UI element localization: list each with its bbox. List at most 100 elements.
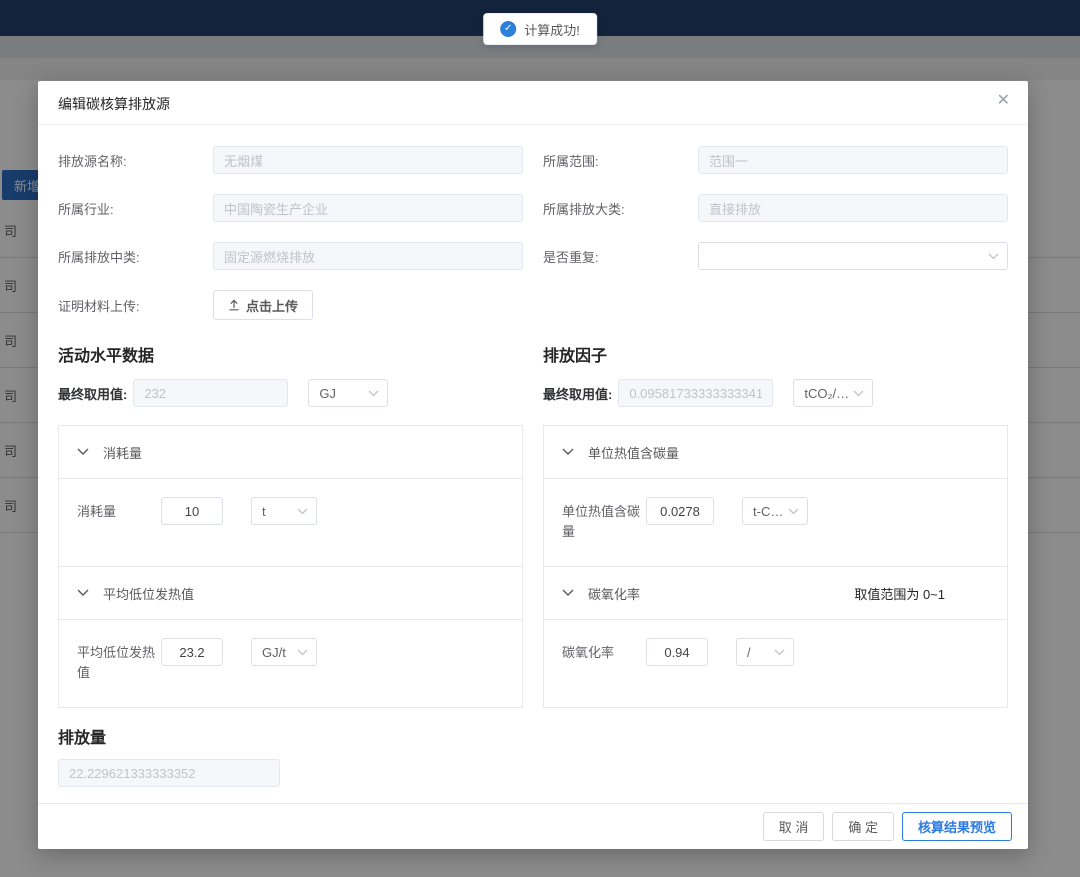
industry-label: 所属行业: (58, 199, 213, 218)
consumption-panel-header[interactable]: 消耗量 (59, 426, 522, 478)
toast-message: 计算成功! (524, 20, 580, 39)
success-check-icon: ✓ (500, 21, 516, 37)
factor-final-input (618, 379, 773, 407)
chevron-down-icon (562, 589, 574, 597)
upload-button[interactable]: 点击上传 (213, 290, 313, 320)
heating-value-panel-title: 平均低位发热值 (103, 584, 194, 603)
is-duplicate-label: 是否重复: (543, 247, 698, 266)
oxidation-rate-panel: 碳氧化率 取值范围为 0~1 碳氧化率 / (544, 566, 1007, 707)
dialog-footer: 取 消 确 定 核算结果预览 (38, 803, 1028, 849)
carbon-content-panel-body: 单位热值含碳量 t-C/... (544, 478, 1007, 566)
oxidation-rate-panel-body: 碳氧化率 / (544, 619, 1007, 707)
activity-unit-select[interactable]: GJ (308, 379, 388, 407)
activity-unit-value: GJ (319, 386, 336, 401)
factor-unit-select[interactable]: tCO₂/GJ (793, 379, 873, 407)
chevron-down-icon (77, 448, 89, 456)
chevron-down-icon (774, 649, 785, 656)
field-major-category: 所属排放大类: (543, 194, 1008, 222)
middle-category-input (213, 242, 523, 270)
chevron-down-icon (853, 390, 864, 397)
oxidation-rate-panel-header[interactable]: 碳氧化率 取值范围为 0~1 (544, 567, 1007, 619)
activity-final-label: 最终取用值: (58, 384, 127, 403)
heating-value-panel-body: 平均低位发热值 GJ/t (59, 619, 522, 707)
dialog-header: 编辑碳核算排放源 ✕ (38, 81, 1028, 125)
upload-button-label: 点击上传 (246, 296, 298, 315)
consumption-unit-select[interactable]: t (251, 497, 317, 525)
dialog-body: 排放源名称: 所属范围: 所属行业: 所属排放大类: 所属排放中类: (38, 125, 1028, 803)
activity-section: 活动水平数据 最终取用值: GJ 消耗量 (58, 342, 523, 708)
field-source-name: 排放源名称: (58, 146, 523, 174)
field-industry: 所属行业: (58, 194, 523, 222)
heating-value-panel-header[interactable]: 平均低位发热值 (59, 567, 522, 619)
consumption-panel: 消耗量 消耗量 t (59, 426, 522, 566)
chevron-down-icon (77, 589, 89, 597)
activity-heading: 活动水平数据 (58, 342, 523, 366)
scope-input (698, 146, 1008, 174)
upload-icon (228, 299, 240, 311)
factor-heading: 排放因子 (543, 342, 1008, 366)
carbon-content-panel-title: 单位热值含碳量 (588, 443, 679, 462)
activity-collapse: 消耗量 消耗量 t (58, 425, 523, 708)
oxidation-rate-range-note: 取值范围为 0~1 (854, 584, 989, 603)
upload-label: 证明材料上传: (58, 296, 213, 315)
heating-value-input[interactable] (161, 638, 223, 666)
factor-section: 排放因子 最终取用值: tCO₂/GJ 单位热值含 (543, 342, 1008, 708)
field-scope: 所属范围: (543, 146, 1008, 174)
heating-value-panel: 平均低位发热值 平均低位发热值 GJ/t (59, 566, 522, 707)
consumption-unit-value: t (262, 504, 266, 519)
consumption-field-label: 消耗量 (77, 497, 161, 522)
emission-total-input (58, 759, 280, 787)
chevron-down-icon (988, 253, 999, 260)
carbon-content-unit-value: t-C/... (753, 504, 784, 519)
activity-final-input (133, 379, 288, 407)
factor-unit-value: tCO₂/GJ (804, 386, 849, 401)
oxidation-rate-unit-value: / (747, 645, 751, 660)
consumption-panel-body: 消耗量 t (59, 478, 522, 566)
source-name-label: 排放源名称: (58, 151, 213, 170)
field-upload: 证明材料上传: 点击上传 (58, 290, 1008, 320)
emission-heading: 排放量 (58, 724, 1008, 748)
oxidation-rate-input[interactable] (646, 638, 708, 666)
oxidation-rate-unit-select[interactable]: / (736, 638, 794, 666)
factor-final-label: 最终取用值: (543, 384, 612, 403)
chevron-down-icon (297, 508, 308, 515)
heating-value-unit-value: GJ/t (262, 645, 286, 660)
heating-value-unit-select[interactable]: GJ/t (251, 638, 317, 666)
chevron-down-icon (788, 508, 799, 515)
carbon-content-panel: 单位热值含碳量 单位热值含碳量 t-C/... (544, 426, 1007, 566)
chevron-down-icon (297, 649, 308, 656)
close-icon[interactable]: ✕ (997, 93, 1010, 109)
source-name-input (213, 146, 523, 174)
factor-collapse: 单位热值含碳量 单位热值含碳量 t-C/... (543, 425, 1008, 708)
chevron-down-icon (562, 448, 574, 456)
carbon-content-field-label: 单位热值含碳量 (562, 497, 646, 541)
ok-button[interactable]: 确 定 (832, 812, 894, 841)
is-duplicate-select[interactable] (698, 242, 1008, 270)
consumption-input[interactable] (161, 497, 223, 525)
scope-label: 所属范围: (543, 151, 698, 170)
oxidation-rate-field-label: 碳氧化率 (562, 638, 646, 663)
success-toast: ✓ 计算成功! (483, 13, 597, 45)
result-preview-button[interactable]: 核算结果预览 (902, 812, 1012, 841)
heating-value-field-label: 平均低位发热值 (77, 638, 161, 682)
major-category-input (698, 194, 1008, 222)
industry-input (213, 194, 523, 222)
major-category-label: 所属排放大类: (543, 199, 698, 218)
carbon-content-unit-select[interactable]: t-C/... (742, 497, 808, 525)
factor-final-row: 最终取用值: tCO₂/GJ (543, 379, 1008, 407)
middle-category-label: 所属排放中类: (58, 247, 213, 266)
screen: 新增 司 司 司 司 司 司 ✓ 计算成功! 编辑碳核算排放源 ✕ 排放源名称: (0, 0, 1080, 877)
carbon-content-input[interactable] (646, 497, 714, 525)
oxidation-rate-panel-title: 碳氧化率 (588, 584, 640, 603)
chevron-down-icon (368, 390, 379, 397)
field-is-duplicate: 是否重复: (543, 242, 1008, 270)
sections-grid: 活动水平数据 最终取用值: GJ 消耗量 (58, 342, 1008, 708)
field-middle-category: 所属排放中类: (58, 242, 523, 270)
activity-final-row: 最终取用值: GJ (58, 379, 523, 407)
carbon-content-panel-header[interactable]: 单位热值含碳量 (544, 426, 1007, 478)
cancel-button[interactable]: 取 消 (763, 812, 825, 841)
edit-emission-source-dialog: 编辑碳核算排放源 ✕ 排放源名称: 所属范围: 所属行业: 所属 (38, 81, 1028, 849)
dialog-title: 编辑碳核算排放源 (58, 96, 170, 112)
form-grid: 排放源名称: 所属范围: 所属行业: 所属排放大类: 所属排放中类: (58, 146, 1008, 290)
consumption-panel-title: 消耗量 (103, 443, 142, 462)
